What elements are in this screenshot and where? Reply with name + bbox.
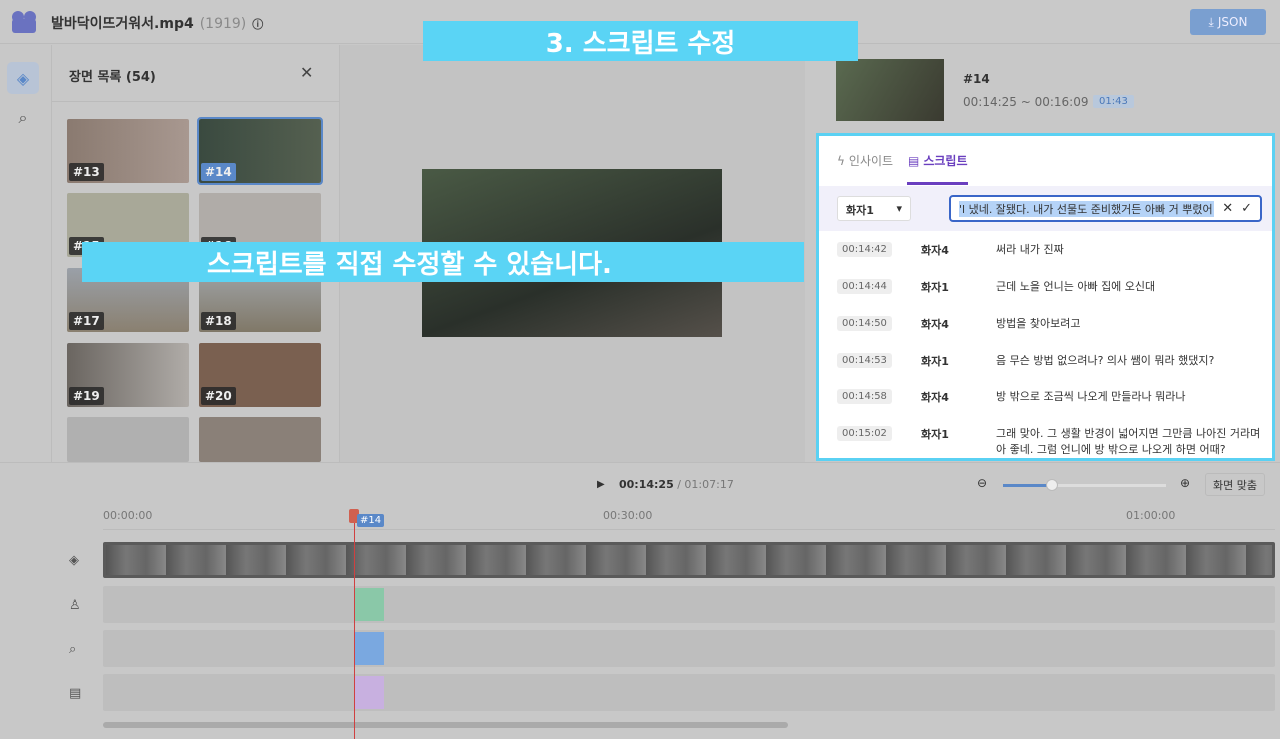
ruler-line [103, 529, 1275, 530]
script-edit-row: 화자1 ▾ 'l 냈네. 잘됐다. 내가 선물도 준비했거든 아빠 거 뿌렸어 ✕ ✓ [819, 186, 1272, 231]
file-title: 발바닥이뜨거워서.mp4 (1919) ⓘ [51, 13, 263, 33]
scene-thumb-selected[interactable]: #14 [197, 117, 323, 185]
comment-icon: ▤ [908, 153, 920, 168]
scene-label: #17 [69, 312, 104, 330]
tick-label: 01:00:00 [1126, 509, 1176, 522]
scene-label: #19 [69, 387, 104, 405]
scene-thumb[interactable] [199, 417, 321, 462]
ai-search-icon: ⌕ [69, 642, 77, 657]
person-track[interactable] [103, 586, 1275, 623]
active-tab-indicator [907, 182, 968, 185]
speaker-value: 화자1 [846, 204, 874, 217]
tab-script[interactable]: ▤ 스크립트 [908, 152, 968, 169]
row-speaker: 화자1 [921, 428, 949, 441]
json-download-button[interactable]: ⤓ JSON [1190, 9, 1266, 35]
download-icon: ⤓ [1208, 14, 1214, 29]
row-time: 00:14:58 [837, 389, 892, 404]
scene-label: #14 [201, 163, 236, 181]
caption-banner: 스크립트를 직접 수정할 수 있습니다. [82, 242, 804, 282]
playback-time: 00:14:25 / 01:07:17 [619, 478, 734, 491]
scene-list-title: 장면 목록 (54) [69, 70, 156, 85]
caret-down-icon: ▾ [896, 202, 902, 215]
scene-thumb[interactable]: #13 [67, 119, 189, 183]
file-name: 발바닥이뜨거워서.mp4 [51, 16, 194, 32]
scene-thumb[interactable]: #20 [199, 343, 321, 407]
scene-label: #18 [201, 312, 236, 330]
row-text: 방법을 찾아보려고 [996, 317, 1081, 330]
scene-duration-badge: 01:43 [1093, 95, 1134, 108]
script-panel: ϟ 인사이트 ▤ 스크립트 화자1 ▾ 'l 냈네. 잘됐다. 내가 선물도 준비했거… [816, 133, 1275, 461]
total-time: / 01:07:17 [673, 478, 734, 491]
segment-count: (1919) [199, 16, 247, 32]
comment-icon: ▤ [69, 686, 82, 701]
script-segment[interactable] [354, 676, 384, 709]
row-time: 00:14:50 [837, 316, 892, 331]
step-banner: 3. 스크립트 수정 [423, 21, 858, 61]
scene-filmstrip-track[interactable] [103, 542, 1275, 578]
play-icon[interactable]: ▶ [597, 479, 605, 490]
scene-label: #13 [69, 163, 104, 181]
zoom-slider-fill [1003, 484, 1052, 487]
row-text: 방 밖으로 조금씩 나오게 만들라나 뭐라나 [996, 390, 1186, 403]
zoom-out-icon[interactable]: ⊖ [977, 476, 987, 490]
row-time: 00:14:44 [837, 279, 892, 294]
tick-label: 00:00:00 [103, 509, 153, 522]
tab-label: 인사이트 [848, 154, 894, 168]
app-logo-icon [12, 11, 36, 33]
person-icon: ♙ [69, 598, 81, 613]
scene-thumb[interactable] [67, 417, 189, 462]
script-input-value: 'l 냈네. 잘됐다. 내가 선물도 준비했거든 아빠 거 뿌렸어 [959, 200, 1215, 217]
row-speaker: 화자4 [921, 318, 949, 331]
tab-insight[interactable]: ϟ 인사이트 [837, 152, 893, 169]
ai-search-icon[interactable]: ⌕ [7, 102, 39, 134]
horizontal-scrollbar[interactable] [103, 722, 788, 728]
row-time: 00:14:53 [837, 353, 892, 368]
scene-time-range: 00:14:25 ~ 00:16:09 [963, 95, 1089, 109]
fit-to-screen-button[interactable]: 화면 맞춤 [1205, 473, 1265, 496]
row-speaker: 화자1 [921, 281, 949, 294]
close-icon[interactable]: ✕ [300, 63, 313, 82]
left-rail: ◈ ⌕ [0, 45, 52, 462]
json-label: JSON [1217, 15, 1248, 29]
row-speaker: 화자1 [921, 355, 949, 368]
row-time: 00:15:02 [837, 426, 892, 441]
row-text: 써라 내가 진짜 [996, 243, 1064, 256]
scene-number: #14 [963, 72, 990, 86]
playhead-scene-badge: #14 [357, 514, 385, 527]
layers-icon[interactable]: ◈ [7, 62, 39, 94]
info-icon[interactable]: ⓘ [252, 18, 263, 31]
speaker-select[interactable]: 화자1 ▾ [837, 196, 911, 221]
tick-label: 00:30:00 [603, 509, 653, 522]
divider [52, 101, 340, 102]
scene-label: #20 [201, 387, 236, 405]
playhead-line [354, 511, 355, 739]
script-text-input[interactable]: 'l 냈네. 잘됐다. 내가 선물도 준비했거든 아빠 거 뿌렸어 ✕ ✓ [949, 195, 1262, 222]
zoom-in-icon[interactable]: ⊕ [1180, 476, 1190, 490]
confirm-check-icon[interactable]: ✓ [1241, 201, 1252, 216]
timeline: ▶ 00:14:25 / 01:07:17 ⊖ ⊕ 화면 맞춤 00:00:00… [0, 462, 1280, 739]
script-track[interactable] [103, 674, 1275, 711]
zoom-slider-knob[interactable] [1045, 479, 1058, 491]
row-text: 근데 노을 언니는 아빠 집에 오신대 [996, 280, 1156, 293]
cancel-icon[interactable]: ✕ [1222, 201, 1233, 216]
insight-track[interactable] [103, 630, 1275, 667]
row-speaker: 화자4 [921, 391, 949, 404]
insight-segment[interactable] [354, 632, 384, 665]
scene-detail-thumb [836, 59, 944, 121]
scene-thumb[interactable]: #19 [67, 343, 189, 407]
current-time: 00:14:25 [619, 478, 674, 491]
person-segment[interactable] [354, 588, 384, 621]
row-speaker: 화자4 [921, 244, 949, 257]
bolt-icon: ϟ [837, 153, 845, 168]
row-text: 그래 맞아. 그 생활 반경이 넓어지면 그만큼 나아진 거라며 아 좋네. 그… [996, 427, 1261, 456]
row-time: 00:14:42 [837, 242, 892, 257]
row-text: 음 무슨 방법 없으려나? 의사 쌤이 뭐라 했댔지? [996, 354, 1215, 367]
tab-label: 스크립트 [923, 154, 968, 168]
layers-icon: ◈ [69, 553, 79, 568]
zoom-slider[interactable] [1003, 479, 1166, 491]
